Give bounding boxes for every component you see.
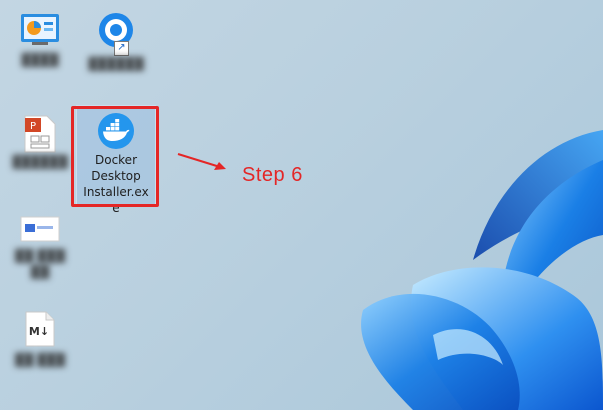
desktop-icon-5[interactable]: ██ ███ ██ xyxy=(2,210,78,306)
desktop-icon-6[interactable]: M↓ ██ ███ xyxy=(2,306,78,402)
desktop: ████ ↗ ██████ P ██████ Docker Desktop In… xyxy=(0,0,603,410)
wallpaper-bloom xyxy=(361,130,603,410)
desktop-icon-2[interactable]: ↗ ██████ xyxy=(78,6,154,102)
desktop-icon-label: ██ ███ ██ xyxy=(15,249,65,279)
step-annotation: Step 6 xyxy=(242,164,303,186)
svg-text:M↓: M↓ xyxy=(29,325,49,338)
markdown-file-icon: M↓ xyxy=(24,310,56,352)
desktop-icon-1[interactable]: ████ xyxy=(2,6,78,102)
dashboard-app-icon xyxy=(20,12,60,50)
desktop-icon-label: ██████ xyxy=(12,155,68,169)
svg-text:P: P xyxy=(30,121,36,132)
step-highlight-box xyxy=(71,106,159,207)
shortcut-arrow-icon: ↗ xyxy=(114,41,129,56)
desktop-icon-3[interactable]: P ██████ xyxy=(2,108,78,204)
desktop-icon-label: ████ xyxy=(21,53,59,67)
presentation-file-icon: P xyxy=(23,114,57,158)
image-file-icon xyxy=(20,216,60,248)
desktop-icon-label: ██████ xyxy=(88,57,144,71)
blue-circle-app-icon: ↗ xyxy=(96,10,136,56)
desktop-icon-label: ██ ███ xyxy=(15,353,65,367)
red-arrow-icon xyxy=(177,153,226,170)
